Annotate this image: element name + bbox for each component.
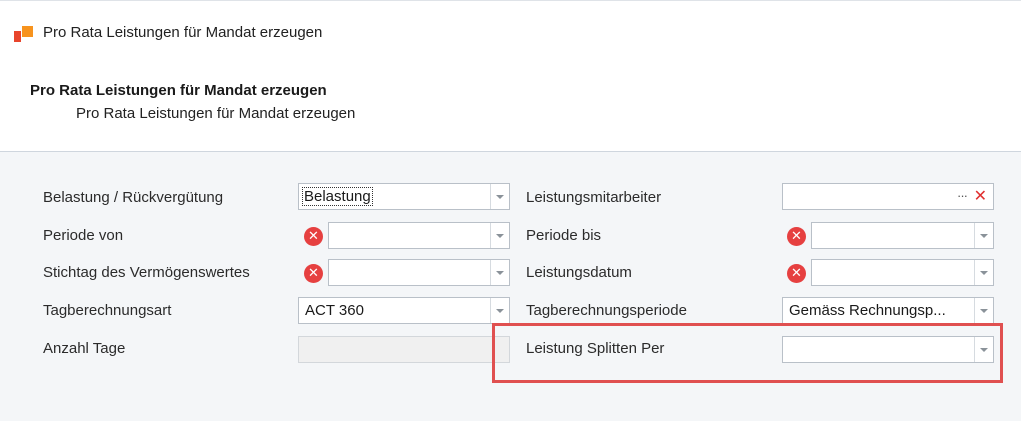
label-stichtag-vermoegenswert: Stichtag des Vermögenswertes (43, 264, 250, 281)
periode-bis-select[interactable] (811, 222, 994, 249)
label-belastung-rueckverguetung: Belastung / Rückvergütung (43, 189, 224, 206)
label-tagberechnungsperiode: Tagberechnungsperiode (526, 302, 687, 319)
error-icon: ✕ (304, 264, 323, 283)
label-periode-von: Periode von (43, 227, 124, 244)
leistungsmitarbeiter-lookup[interactable]: ··· ✕ (782, 183, 994, 210)
chevron-down-icon[interactable] (974, 260, 993, 285)
tagberechnungsart-select[interactable]: ACT 360 (298, 297, 510, 324)
ellipsis-icon[interactable]: ··· (957, 188, 968, 203)
stichtag-vermoegenswert-select[interactable] (328, 259, 510, 286)
chevron-down-icon[interactable] (974, 298, 993, 323)
leistungsdatum-select[interactable] (811, 259, 994, 286)
tagberechnungsperiode-value: Gemäss Rechnungsp... (789, 302, 946, 319)
chevron-down-icon[interactable] (490, 298, 509, 323)
label-anzahl-tage: Anzahl Tage (43, 340, 126, 357)
label-periode-bis: Periode bis (526, 227, 602, 244)
clear-icon[interactable]: ✕ (974, 186, 987, 205)
label-leistungsdatum: Leistungsdatum (526, 264, 632, 281)
error-icon: ✕ (787, 227, 806, 246)
chevron-down-icon[interactable] (490, 184, 509, 209)
tagberechnungsart-value: ACT 360 (305, 302, 364, 319)
chevron-down-icon[interactable] (974, 223, 993, 248)
chevron-down-icon[interactable] (490, 260, 509, 285)
periode-von-select[interactable] (328, 222, 510, 249)
belastung-rueckverguetung-select[interactable]: Belastung (298, 183, 510, 210)
window-title: Pro Rata Leistungen für Mandat erzeugen (43, 24, 323, 41)
chevron-down-icon[interactable] (490, 223, 509, 248)
anzahl-tage-input (298, 336, 510, 363)
dialog-subtitle: Pro Rata Leistungen für Mandat erzeugen (76, 105, 356, 122)
label-tagberechnungsart: Tagberechnungsart (43, 302, 172, 319)
dialog-title: Pro Rata Leistungen für Mandat erzeugen (30, 82, 327, 99)
error-icon: ✕ (787, 264, 806, 283)
app-logo-icon (14, 26, 34, 42)
annotation-highlight-box (492, 323, 1003, 383)
error-icon: ✕ (304, 227, 323, 246)
label-leistungsmitarbeiter: Leistungsmitarbeiter (526, 189, 662, 206)
tagberechnungsperiode-select[interactable]: Gemäss Rechnungsp... (782, 297, 994, 324)
belastung-rueckverguetung-value: Belastung (302, 187, 373, 206)
